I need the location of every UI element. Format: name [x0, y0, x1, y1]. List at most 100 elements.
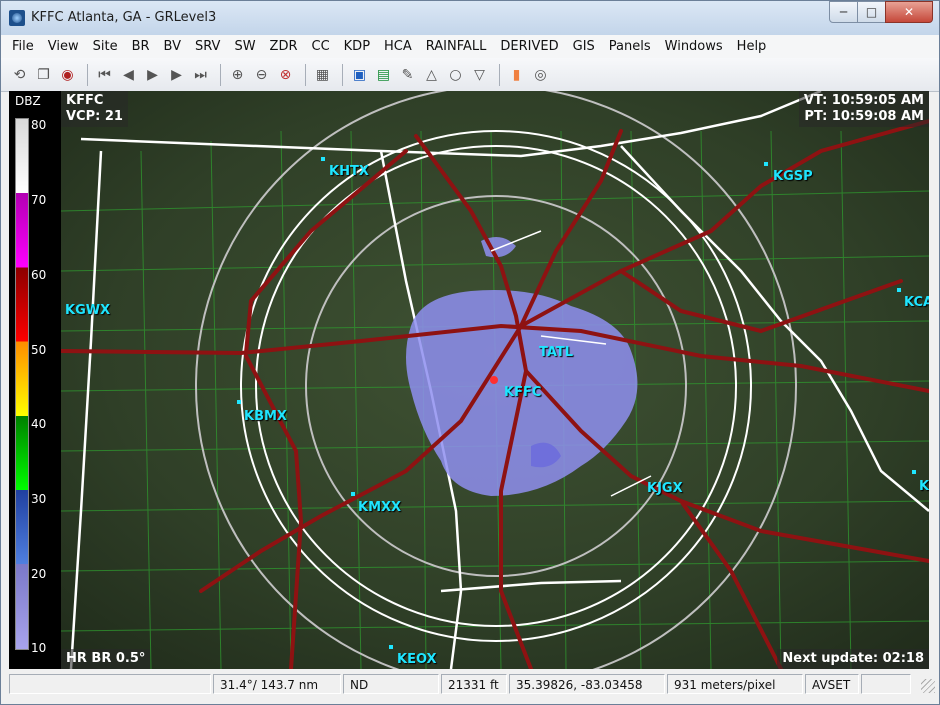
site-label-kgwx[interactable]: KGWX — [65, 303, 110, 318]
legend-tick: 40 — [31, 417, 47, 431]
status-value: ND — [343, 674, 439, 694]
site-label-kjgx[interactable]: KJGX — [647, 481, 683, 496]
vcp-label: VCP: 21 — [66, 109, 123, 124]
status-scale: 931 meters/pixel — [667, 674, 803, 694]
app-icon[interactable] — [9, 10, 25, 26]
legend-tick: 30 — [31, 492, 47, 506]
valid-time-label: VT: 10:59:05 AM — [803, 93, 924, 108]
toolbar-separator — [499, 63, 500, 86]
legend-tick: 10 — [31, 641, 47, 655]
legend-tick: 80 — [31, 118, 47, 132]
status-bar: 31.4°/ 143.7 nm ND 21331 ft 35.39826, -8… — [1, 671, 939, 704]
menu-site[interactable]: Site — [86, 35, 125, 58]
maximize-button[interactable]: □ — [857, 1, 886, 23]
grid-icon[interactable]: ▦ — [312, 64, 333, 85]
pin-icon[interactable]: ✎ — [397, 64, 418, 85]
resize-grip[interactable] — [921, 679, 935, 693]
site-label-kbmx[interactable]: KBMX — [244, 409, 287, 424]
status-altitude: 21331 ft — [441, 674, 507, 694]
legend-icon[interactable]: ▤ — [373, 64, 394, 85]
color-ramp — [15, 118, 29, 650]
step-forward-icon[interactable]: ▶ — [166, 64, 187, 85]
site-label-kca[interactable]: KCA — [904, 295, 929, 310]
legend-tick: 20 — [31, 567, 47, 581]
target-icon[interactable]: ◎ — [530, 64, 551, 85]
product-time-label: PT: 10:59:08 AM — [804, 109, 924, 124]
menu-srv[interactable]: SRV — [188, 35, 227, 58]
radar-map[interactable]: KFFC VCP: 21 VT: 10:59:05 AM PT: 10:59:0… — [61, 91, 929, 669]
reload-icon[interactable]: ⟲ — [9, 64, 30, 85]
radar-site-marker — [490, 376, 498, 384]
menu-view[interactable]: View — [41, 35, 86, 58]
menu-zdr[interactable]: ZDR — [263, 35, 305, 58]
menu-rainfall[interactable]: RAINFALL — [419, 35, 494, 58]
radar-display[interactable]: DBZ 80 70 60 50 40 30 20 10 KFFC VCP: 21… — [9, 91, 929, 669]
status-coordinates: 35.39826, -83.03458 — [509, 674, 665, 694]
menu-gis[interactable]: GIS — [566, 35, 602, 58]
site-label-kffc[interactable]: KFFC — [504, 385, 541, 400]
site-dot — [897, 288, 901, 292]
site-dot — [389, 645, 393, 649]
skip-last-icon[interactable]: ⏭ — [190, 64, 211, 85]
color-icon[interactable]: ▮ — [506, 64, 527, 85]
minimize-button[interactable]: ─ — [829, 1, 858, 23]
menu-hca[interactable]: HCA — [377, 35, 419, 58]
legend-tick: 70 — [31, 193, 47, 207]
status-cell-empty — [9, 674, 211, 694]
play-icon[interactable]: ▶ — [142, 64, 163, 85]
site-dot — [912, 470, 916, 474]
toolbar-separator — [305, 63, 306, 86]
menu-cc[interactable]: CC — [305, 35, 337, 58]
next-update-label: Next update: 02:18 — [777, 649, 929, 669]
radar-icon[interactable]: ◉ — [57, 64, 78, 85]
product-label: HR BR 0.5° — [61, 649, 151, 669]
skip-first-icon[interactable]: ⏮ — [94, 64, 115, 85]
toolbar-separator — [342, 63, 343, 86]
zoom-out-icon[interactable]: ⊖ — [251, 64, 272, 85]
toolbar-separator — [87, 63, 88, 86]
site-dot — [351, 492, 355, 496]
site-id-label: KFFC — [66, 93, 104, 108]
menu-windows[interactable]: Windows — [658, 35, 730, 58]
site-label-kgsp[interactable]: KGSP — [773, 169, 813, 184]
toolbar-separator — [220, 63, 221, 86]
triangle-down-icon[interactable]: ▽ — [469, 64, 490, 85]
copy-icon[interactable]: ❐ — [33, 64, 54, 85]
legend-tick: 50 — [31, 343, 47, 357]
site-label-tatl[interactable]: TATL — [539, 345, 573, 360]
triangle-up-icon[interactable]: △ — [421, 64, 442, 85]
window-title: KFFC Atlanta, GA - GRLevel3 — [31, 10, 217, 25]
status-avset: AVSET — [805, 674, 859, 694]
zoom-in-icon[interactable]: ⊕ — [227, 64, 248, 85]
menu-sw[interactable]: SW — [227, 35, 262, 58]
toolbar: ⟲ ❐ ◉ ⏮ ◀ ▶ ▶ ⏭ ⊕ ⊖ ⊗ ▦ ▣ ▤ ✎ △ ○ ▽ ▮ ◎ — [1, 58, 939, 92]
menu-panels[interactable]: Panels — [602, 35, 658, 58]
menu-derived[interactable]: DERIVED — [493, 35, 565, 58]
site-label-keox[interactable]: KEOX — [397, 652, 437, 667]
site-label-k[interactable]: K — [919, 479, 929, 494]
menu-file[interactable]: File — [5, 35, 41, 58]
menu-bv[interactable]: BV — [157, 35, 188, 58]
site-dot — [764, 162, 768, 166]
step-back-icon[interactable]: ◀ — [118, 64, 139, 85]
site-label-kmxx[interactable]: KMXX — [358, 500, 401, 515]
circle-icon[interactable]: ○ — [445, 64, 466, 85]
site-label-khtx[interactable]: KHTX — [329, 164, 369, 179]
status-cell-empty — [861, 674, 911, 694]
menu-bar: File View Site BR BV SRV SW ZDR CC KDP H… — [1, 35, 939, 58]
legend-tick: 60 — [31, 268, 47, 282]
site-info-panel: KFFC VCP: 21 — [61, 91, 128, 127]
menu-br[interactable]: BR — [125, 35, 157, 58]
menu-help[interactable]: Help — [730, 35, 774, 58]
time-info-panel: VT: 10:59:05 AM PT: 10:59:08 AM — [798, 91, 929, 127]
site-dot — [321, 157, 325, 161]
menu-kdp[interactable]: KDP — [337, 35, 377, 58]
dbz-legend: DBZ 80 70 60 50 40 30 20 10 — [9, 91, 61, 669]
site-dot — [237, 400, 241, 404]
close-button[interactable]: ✕ — [885, 1, 933, 23]
legend-title: DBZ — [15, 94, 41, 108]
title-bar[interactable]: KFFC Atlanta, GA - GRLevel3 ─ □ ✕ — [1, 1, 939, 35]
zoom-reset-icon[interactable]: ⊗ — [275, 64, 296, 85]
app-window: KFFC Atlanta, GA - GRLevel3 ─ □ ✕ File V… — [0, 0, 940, 705]
image-icon[interactable]: ▣ — [349, 64, 370, 85]
